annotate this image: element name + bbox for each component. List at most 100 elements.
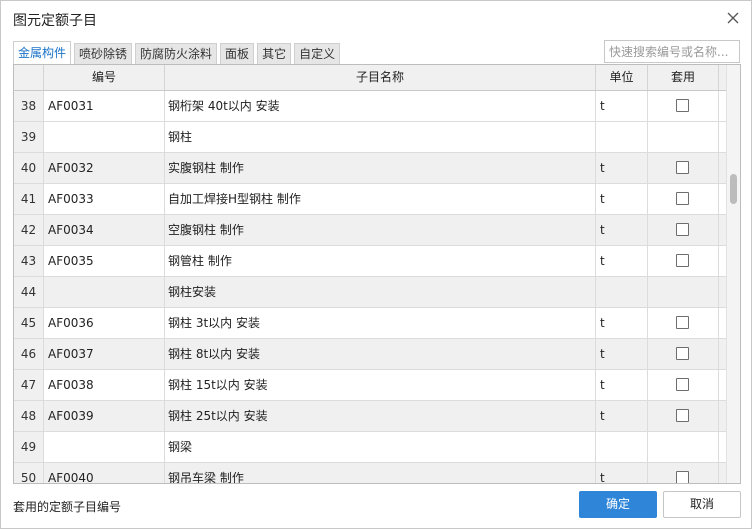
code-cell: AF0038 <box>44 370 165 400</box>
apply-checkbox[interactable] <box>676 316 689 329</box>
table-row[interactable]: 40 AF0032 实腹钢柱 制作 t <box>14 153 726 184</box>
apply-cell <box>648 370 719 400</box>
item-name-cell: 钢柱 25t以内 安装 <box>165 401 596 431</box>
search-input[interactable] <box>604 40 740 63</box>
apply-cell <box>648 277 719 307</box>
unit-cell: t <box>596 339 648 369</box>
apply-checkbox[interactable] <box>676 409 689 422</box>
item-name-cell: 钢柱 3t以内 安装 <box>165 308 596 338</box>
unit-cell: t <box>596 401 648 431</box>
unit-cell <box>596 277 648 307</box>
quota-dialog: 图元定额子目 金属构件 喷砂除锈 防腐防火涂料 面板 其它 自定义 编号 子目名… <box>0 0 752 529</box>
tab-custom[interactable]: 自定义 <box>294 43 341 64</box>
apply-cell <box>648 215 719 245</box>
cancel-button[interactable]: 取消 <box>663 491 741 518</box>
unit-cell: t <box>596 215 648 245</box>
row-number-cell: 45 <box>14 308 44 338</box>
row-number-cell: 42 <box>14 215 44 245</box>
ok-button[interactable]: 确定 <box>579 491 657 518</box>
row-number-cell: 40 <box>14 153 44 183</box>
table-row[interactable]: 43 AF0035 钢管柱 制作 t <box>14 246 726 277</box>
code-cell <box>44 277 165 307</box>
code-cell: AF0035 <box>44 246 165 276</box>
item-name-cell: 钢管柱 制作 <box>165 246 596 276</box>
code-cell: AF0040 <box>44 463 165 483</box>
table-row[interactable]: 45 AF0036 钢柱 3t以内 安装 t <box>14 308 726 339</box>
tab-sandblast-rust-removal[interactable]: 喷砂除锈 <box>74 43 133 64</box>
table-row[interactable]: 39 钢柱 <box>14 122 726 153</box>
table-row[interactable]: 38 AF0031 钢桁架 40t以内 安装 t <box>14 91 726 122</box>
unit-cell <box>596 432 648 462</box>
code-cell: AF0036 <box>44 308 165 338</box>
table-row[interactable]: 48 AF0039 钢柱 25t以内 安装 t <box>14 401 726 432</box>
item-name-cell: 钢柱 8t以内 安装 <box>165 339 596 369</box>
item-name-cell: 钢柱 <box>165 122 596 152</box>
header-row-number <box>14 65 44 90</box>
tab-panel[interactable]: 面板 <box>220 43 255 64</box>
header-code[interactable]: 编号 <box>44 65 165 90</box>
code-cell: AF0033 <box>44 184 165 214</box>
code-cell: AF0037 <box>44 339 165 369</box>
tab-anticorrosion-fireproof-coating[interactable]: 防腐防火涂料 <box>135 43 218 64</box>
apply-checkbox[interactable] <box>676 347 689 360</box>
row-number-cell: 38 <box>14 91 44 121</box>
vertical-scrollbar[interactable] <box>726 65 740 483</box>
apply-cell <box>648 184 719 214</box>
apply-checkbox[interactable] <box>676 161 689 174</box>
row-number-cell: 46 <box>14 339 44 369</box>
close-icon[interactable] <box>725 10 741 26</box>
apply-checkbox[interactable] <box>676 192 689 205</box>
row-number-cell: 47 <box>14 370 44 400</box>
table-row[interactable]: 50 AF0040 钢吊车梁 制作 t <box>14 463 726 483</box>
apply-checkbox[interactable] <box>676 254 689 267</box>
table-row[interactable]: 42 AF0034 空腹钢柱 制作 t <box>14 215 726 246</box>
item-name-cell: 自加工焊接H型钢柱 制作 <box>165 184 596 214</box>
table-row[interactable]: 44 钢柱安装 <box>14 277 726 308</box>
code-cell: AF0031 <box>44 91 165 121</box>
apply-cell <box>648 339 719 369</box>
unit-cell: t <box>596 184 648 214</box>
tab-bar: 金属构件 喷砂除锈 防腐防火涂料 面板 其它 自定义 <box>13 41 343 64</box>
item-name-cell: 钢桁架 40t以内 安装 <box>165 91 596 121</box>
unit-cell <box>596 122 648 152</box>
code-cell: AF0034 <box>44 215 165 245</box>
item-name-cell: 钢柱 15t以内 安装 <box>165 370 596 400</box>
unit-cell: t <box>596 153 648 183</box>
item-name-cell: 钢梁 <box>165 432 596 462</box>
unit-cell: t <box>596 370 648 400</box>
row-number-cell: 43 <box>14 246 44 276</box>
apply-cell <box>648 246 719 276</box>
item-name-cell: 空腹钢柱 制作 <box>165 215 596 245</box>
apply-cell <box>648 91 719 121</box>
apply-checkbox[interactable] <box>676 471 689 483</box>
apply-checkbox[interactable] <box>676 99 689 112</box>
tab-metal-components[interactable]: 金属构件 <box>13 41 72 64</box>
row-number-cell: 41 <box>14 184 44 214</box>
item-name-cell: 钢吊车梁 制作 <box>165 463 596 483</box>
apply-cell <box>648 122 719 152</box>
header-apply[interactable]: 套用 <box>648 65 719 90</box>
table-row[interactable]: 46 AF0037 钢柱 8t以内 安装 t <box>14 339 726 370</box>
header-unit[interactable]: 单位 <box>596 65 648 90</box>
unit-cell: t <box>596 463 648 483</box>
dialog-title: 图元定额子目 <box>13 13 97 29</box>
table-row[interactable]: 49 钢梁 <box>14 432 726 463</box>
status-hint: 套用的定额子目编号 <box>13 500 122 514</box>
apply-checkbox[interactable] <box>676 378 689 391</box>
apply-cell <box>648 308 719 338</box>
apply-cell <box>648 153 719 183</box>
row-number-cell: 39 <box>14 122 44 152</box>
code-cell <box>44 432 165 462</box>
code-cell: AF0032 <box>44 153 165 183</box>
unit-cell: t <box>596 91 648 121</box>
row-number-cell: 48 <box>14 401 44 431</box>
scrollbar-thumb[interactable] <box>730 174 737 204</box>
table-row[interactable]: 47 AF0038 钢柱 15t以内 安装 t <box>14 370 726 401</box>
apply-checkbox[interactable] <box>676 223 689 236</box>
table-row[interactable]: 41 AF0033 自加工焊接H型钢柱 制作 t <box>14 184 726 215</box>
apply-cell <box>648 463 719 483</box>
quota-table: 编号 子目名称 单位 套用 38 AF0031 钢桁架 40t以内 安装 t 39 钢柱 4… <box>13 64 741 484</box>
header-item-name[interactable]: 子目名称 <box>165 65 596 90</box>
tab-other[interactable]: 其它 <box>257 43 292 64</box>
unit-cell: t <box>596 308 648 338</box>
